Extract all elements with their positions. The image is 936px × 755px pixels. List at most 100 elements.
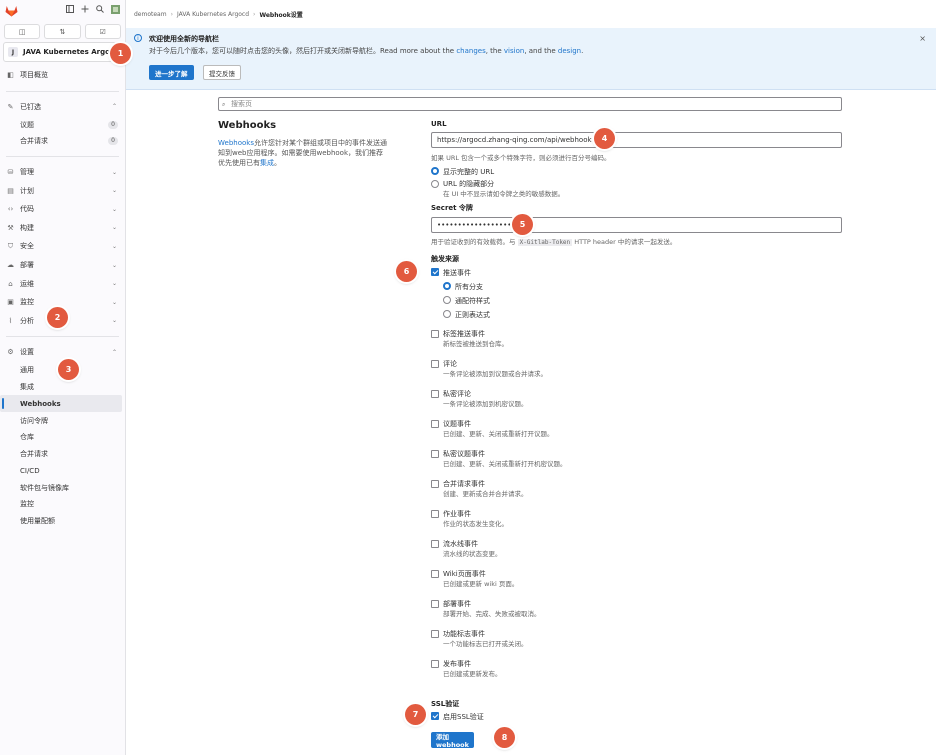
option-help: 一条评论被添加到机密议题。 <box>443 400 528 408</box>
feature-flag-events-checkbox[interactable]: 功能标志事件 一个功能标志已打开或关闭。 <box>431 630 528 649</box>
sidebar-item-build[interactable]: ⚒ 构建 ⌄ <box>0 219 125 238</box>
changes-link[interactable]: changes <box>456 47 485 55</box>
feedback-button[interactable]: 提交反馈 <box>203 65 241 80</box>
integrations-link[interactable]: 集成 <box>260 159 274 167</box>
sidebar-toggle-icon[interactable] <box>66 5 74 13</box>
option-label: 作业事件 <box>443 510 471 518</box>
sidebar-subitem-webhooks[interactable]: Webhooks <box>0 395 122 413</box>
issues-counter-button[interactable]: ◫ <box>4 24 41 39</box>
todos-counter-button[interactable]: ☑ <box>84 24 121 39</box>
merge-requests-counter-button[interactable]: ⇅ <box>44 24 81 39</box>
sidebar-item-label: 代码 <box>20 205 34 214</box>
close-icon[interactable]: × <box>919 34 926 43</box>
sidebar-item-security[interactable]: ⛉ 安全 ⌄ <box>0 237 125 256</box>
push-events-checkbox[interactable]: 推送事件 <box>431 268 471 278</box>
alert-sep: , the <box>485 47 504 55</box>
trigger-label: 触发来源 <box>431 255 459 263</box>
settings-search-input[interactable]: ⌕ 搜索页 <box>218 97 842 111</box>
sidebar-item-label: 部署 <box>20 261 34 270</box>
sidebar-item-overview[interactable]: ◧ 项目概览 <box>0 66 125 85</box>
sidebar-item-settings[interactable]: ⚙ 设置 ⌃ <box>0 343 125 362</box>
sidebar-item-deploy[interactable]: ☁ 部署 ⌄ <box>0 256 125 275</box>
add-webhook-button[interactable]: 添加webhook <box>431 732 474 749</box>
radio-icon <box>443 310 451 318</box>
confidential-comments-checkbox[interactable]: 私密评论 一条评论被添加到机密议题。 <box>431 390 528 409</box>
option-text: 功能标志事件 一个功能标志已打开或关闭。 <box>443 630 528 649</box>
wildcard-radio[interactable]: 通配符样式 <box>443 296 490 306</box>
job-events-checkbox[interactable]: 作业事件 作业的状态发生变化。 <box>431 510 508 529</box>
breadcrumb-current[interactable]: Webhook设置 <box>259 10 302 19</box>
sidebar-subitem-merge-requests-settings[interactable]: 合并请求 <box>0 446 125 463</box>
merge-request-events-checkbox[interactable]: 合并请求事件 创建、更新或合并合并请求。 <box>431 480 528 499</box>
webhooks-doc-link[interactable]: Webhooks <box>218 139 254 147</box>
option-label: 所有分支 <box>455 283 483 291</box>
option-text: 私密议题事件 已创建、更新、关闭或重新打开机密议题。 <box>443 450 567 469</box>
sidebar-counters: ◫ ⇅ ☑ <box>0 24 125 39</box>
all-branches-radio[interactable]: 所有分支 <box>443 282 483 292</box>
tag-push-events-checkbox[interactable]: 标签推送事件 新标签被推送到仓库。 <box>431 330 508 349</box>
comments-checkbox[interactable]: 评论 一条评论被添加到议题或合并请求。 <box>431 360 547 379</box>
sidebar-item-operate[interactable]: ⌂ 运维 ⌄ <box>0 274 125 293</box>
project-name: JAVA Kubernetes Argocd <box>23 48 120 56</box>
option-help: 一个功能标志已打开或关闭。 <box>443 640 528 648</box>
operate-icon: ⌂ <box>8 279 13 288</box>
search-icon: ⌕ <box>222 101 226 108</box>
search-icon[interactable] <box>96 5 104 13</box>
help-text: 用于验证收到的有效载荷。与 <box>431 238 518 246</box>
annotation-marker: 1 <box>110 43 131 64</box>
url-input[interactable]: https://argocd.zhang-qing.com/api/webhoo… <box>431 132 842 148</box>
secret-token-input[interactable]: •••••••••••••••••• <box>431 217 842 233</box>
project-switcher[interactable]: J JAVA Kubernetes Argocd <box>3 42 122 62</box>
annotation-marker: 7 <box>405 704 426 725</box>
deployment-events-checkbox[interactable]: 部署事件 部署开始、完成、失败或被取消。 <box>431 600 541 619</box>
sidebar-subitem-repository[interactable]: 仓库 <box>0 429 125 446</box>
option-help: 已创建或更新发布。 <box>443 670 502 678</box>
sidebar-subitem-monitor[interactable]: 监控 <box>0 496 125 513</box>
breadcrumb-item[interactable]: JAVA Kubernetes Argocd <box>177 11 249 18</box>
option-label: 显示完整的 URL <box>443 168 495 176</box>
checkbox-checked-icon <box>431 268 439 276</box>
manage-icon: ⛁ <box>7 168 14 177</box>
search-placeholder: 搜索页 <box>231 100 252 108</box>
sidebar-subitem-merge-requests[interactable]: 合并请求 0 <box>0 133 125 150</box>
breadcrumb-item[interactable]: demoteam <box>134 11 167 18</box>
pipeline-events-checkbox[interactable]: 流水线事件 流水线的状态变更。 <box>431 540 502 559</box>
sidebar-item-plan[interactable]: ▤ 计划 ⌄ <box>0 181 125 200</box>
option-label: 标签推送事件 <box>443 330 485 338</box>
divider <box>6 336 119 338</box>
checkbox-icon <box>431 540 439 548</box>
learn-more-button[interactable]: 进一步了解 <box>149 65 194 80</box>
confidential-issue-events-checkbox[interactable]: 私密议题事件 已创建、更新、关闭或重新打开机密议题。 <box>431 450 567 469</box>
option-label: Wiki页面事件 <box>443 570 486 578</box>
new-navigation-alert: i 欢迎使用全新的导航栏 对于今后几个版本，您可以随时点击您的头像，然后打开或关… <box>126 28 936 90</box>
wiki-page-events-checkbox[interactable]: Wiki页面事件 已创建或更新 wiki 页面。 <box>431 570 518 589</box>
ssl-verification-checkbox[interactable]: 启用SSL验证 <box>431 712 484 722</box>
sidebar-subitem-access-tokens[interactable]: 访问令牌 <box>0 412 125 429</box>
sidebar-subitem-issues[interactable]: 议题 0 <box>0 116 125 133</box>
ssl-label: SSL验证 <box>431 700 460 708</box>
issues-icon: ◫ <box>18 27 26 36</box>
shield-icon: ⛉ <box>7 241 14 250</box>
mask-url-radio[interactable]: URL 的隐藏部分在 UI 中不显示请如令牌之类的敏感数据。 <box>431 180 564 199</box>
sidebar-item-manage[interactable]: ⛁ 管理 ⌄ <box>0 163 125 182</box>
sidebar-item-label: 合并请求 <box>20 450 48 459</box>
sidebar-item-pinned[interactable]: ✎ 已钉选 ⌃ <box>0 98 125 117</box>
avatar[interactable] <box>111 5 120 14</box>
design-link[interactable]: design <box>558 47 581 55</box>
project-icon: ◧ <box>7 71 14 80</box>
sidebar-subitem-usage-quotas[interactable]: 使用量配额 <box>0 513 125 530</box>
sidebar-subitem-integrations[interactable]: 集成 <box>0 379 125 396</box>
option-label: 合并请求事件 <box>443 480 485 488</box>
option-text: 流水线事件 流水线的状态变更。 <box>443 540 502 559</box>
sidebar-item-code[interactable]: ‹› 代码 ⌄ <box>0 200 125 219</box>
sidebar-subitem-cicd[interactable]: CI/CD <box>0 463 125 480</box>
option-text: 部署事件 部署开始、完成、失败或被取消。 <box>443 600 541 619</box>
issue-events-checkbox[interactable]: 议题事件 已创建、更新、关闭或重新打开议题。 <box>431 420 554 439</box>
sidebar-subitem-packages[interactable]: 软件包与镜像库 <box>0 479 125 496</box>
vision-link[interactable]: vision <box>504 47 524 55</box>
regex-radio[interactable]: 正则表达式 <box>443 310 490 320</box>
show-full-url-radio[interactable]: 显示完整的 URL <box>431 167 494 177</box>
plus-icon[interactable] <box>81 5 89 13</box>
gitlab-logo-icon[interactable] <box>5 5 18 17</box>
release-events-checkbox[interactable]: 发布事件 已创建或更新发布。 <box>431 660 502 679</box>
